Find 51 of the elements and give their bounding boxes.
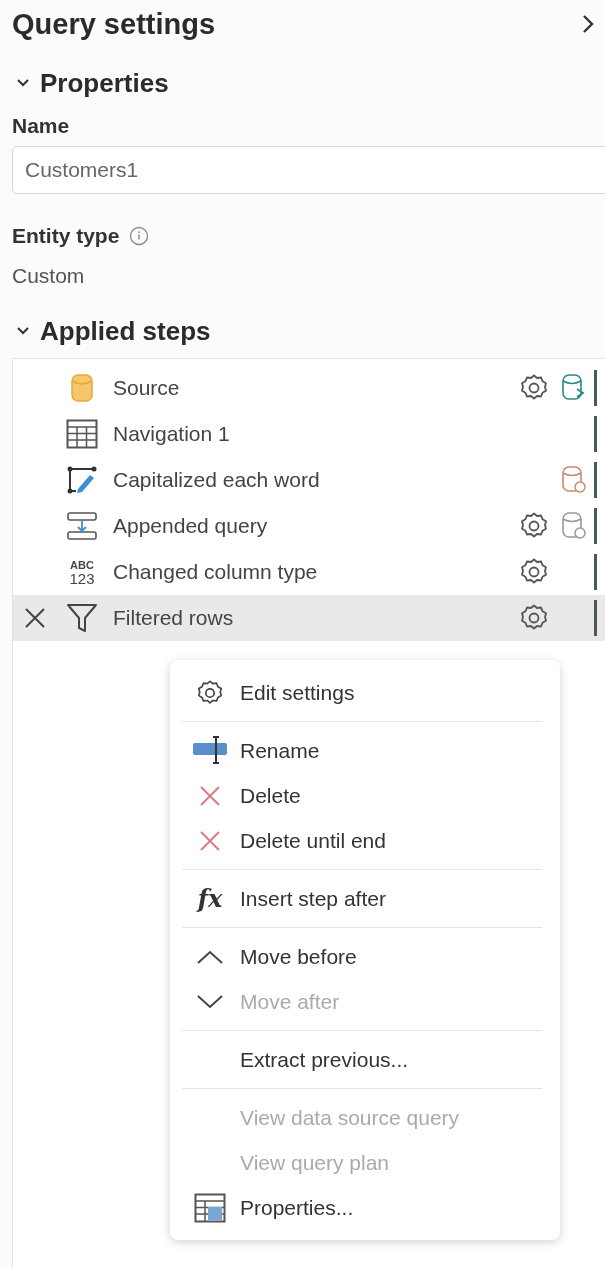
field-label: Name — [12, 114, 71, 138]
close-icon — [198, 828, 222, 853]
close-icon — [198, 783, 222, 808]
caret-icon[interactable] — [16, 326, 30, 336]
menu-item[interactable]: Extract previous... — [170, 1037, 560, 1082]
step-row[interactable]: Navigation 1 — [13, 411, 605, 457]
entity-type-value: Custom — [12, 264, 86, 288]
step-row[interactable]: Source — [13, 365, 605, 411]
menu-item[interactable]: fx Insert step after — [170, 876, 560, 921]
name-field[interactable]: Customers1 — [12, 146, 605, 194]
menu-item[interactable]: Delete until end — [170, 818, 560, 863]
caret-icon[interactable] — [16, 78, 30, 88]
function-icon: fx — [197, 884, 223, 913]
step-row[interactable]: Capitalized each word — [13, 457, 605, 503]
close-icon[interactable] — [23, 606, 47, 630]
folding-bar — [594, 508, 597, 544]
field-label: Entity type — [12, 224, 120, 248]
folding-bar — [594, 600, 597, 636]
section-heading[interactable]: Properties — [40, 67, 169, 99]
step-row[interactable]: Appended query — [13, 503, 605, 549]
menu-item[interactable]: Move before — [170, 934, 560, 979]
section-heading[interactable]: Applied steps — [40, 315, 211, 347]
step-label: Source — [113, 376, 181, 400]
cylinder-icon — [70, 373, 94, 403]
pencil-frame-icon — [66, 465, 98, 495]
step-label: Appended query — [113, 514, 269, 538]
filter-icon — [66, 602, 98, 634]
step-label: Changed column type — [113, 560, 319, 584]
panel-title: Query settings — [12, 7, 216, 41]
chevron-up-icon — [196, 948, 224, 965]
step-label: Capitalized each word — [113, 468, 321, 492]
table-icon — [66, 419, 98, 449]
chevron-down-icon — [196, 993, 224, 1010]
step-label: Navigation 1 — [113, 422, 231, 446]
type-icon: ABC 123 — [69, 559, 95, 585]
append-icon — [66, 511, 98, 541]
menu-item[interactable]: Properties... — [170, 1185, 560, 1230]
step-row[interactable]: ABC 123 Changed column type — [13, 549, 605, 595]
folding-bar — [594, 462, 597, 498]
rename-icon — [192, 734, 228, 767]
folding-bar — [594, 370, 597, 406]
info-icon[interactable] — [129, 226, 150, 246]
step-row[interactable]: Filtered rows — [13, 595, 605, 641]
menu-item[interactable]: Delete — [170, 773, 560, 818]
menu-item[interactable]: Rename — [170, 728, 560, 773]
folding-bar — [594, 416, 597, 452]
menu-item[interactable]: Edit settings — [170, 670, 560, 715]
step-label: Filtered rows — [113, 606, 235, 630]
chevron-right-icon[interactable] — [581, 13, 595, 35]
table-icon — [194, 1192, 226, 1223]
folding-bar — [594, 554, 597, 590]
